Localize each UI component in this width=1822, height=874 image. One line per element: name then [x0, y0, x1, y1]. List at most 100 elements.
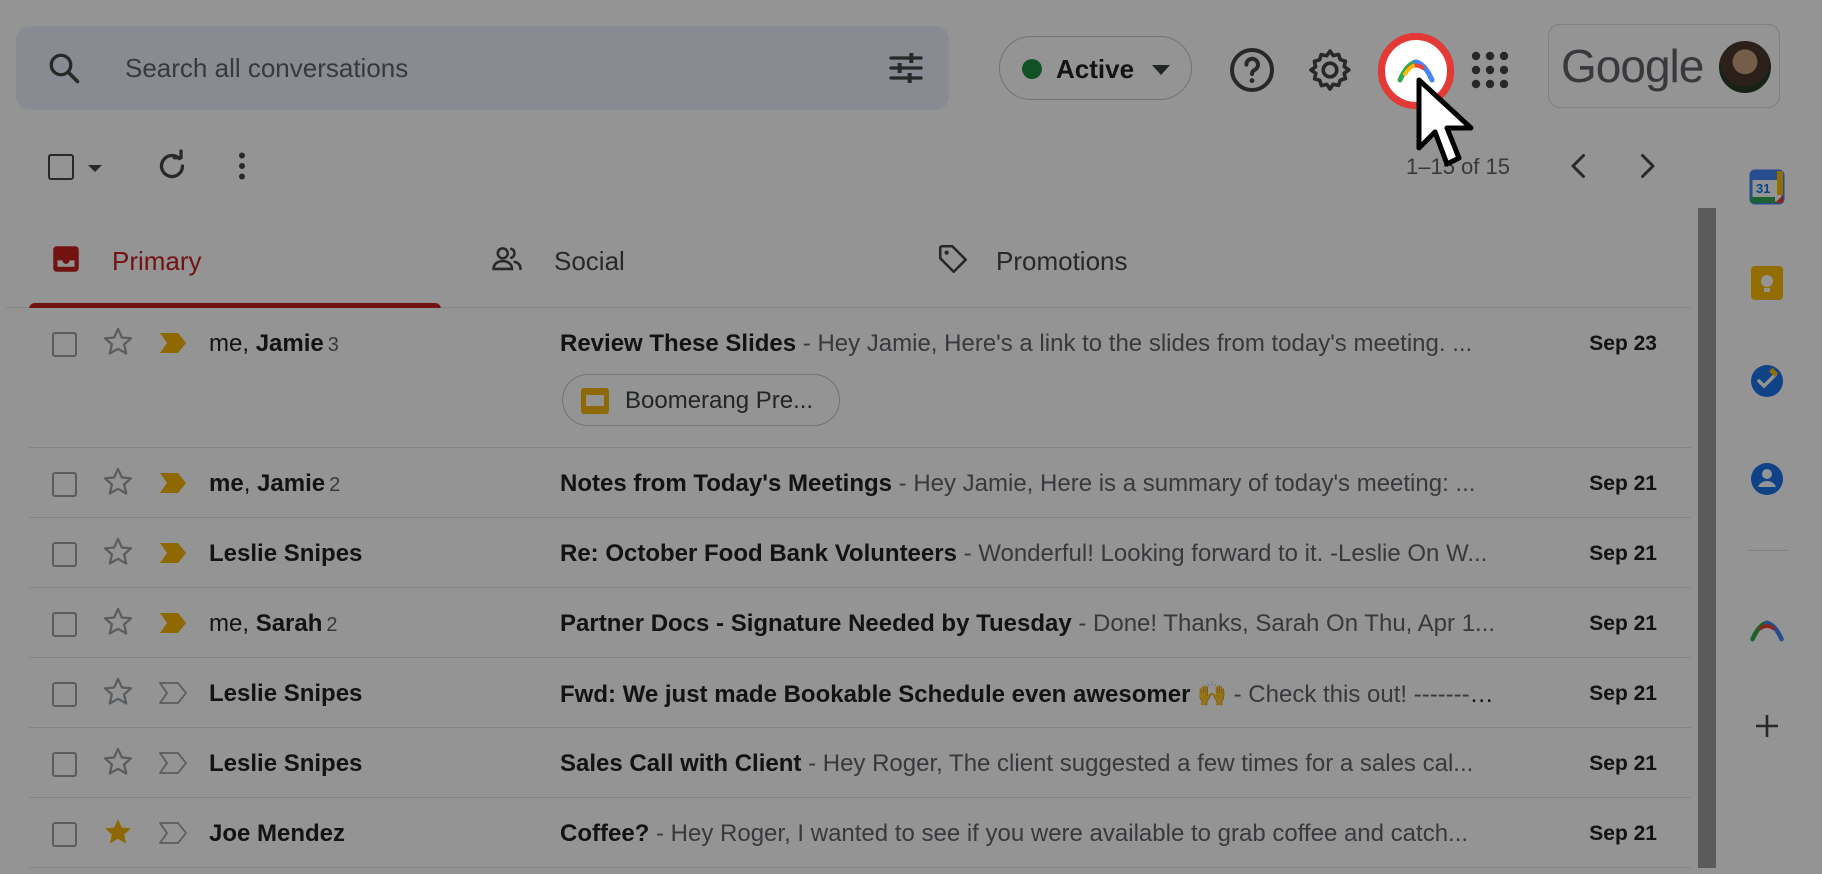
chevron-right-icon[interactable]: [1629, 148, 1665, 184]
tab-primary[interactable]: Primary: [29, 208, 441, 309]
sender-name: Leslie Snipes: [209, 540, 363, 567]
email-subject: Notes from Today's Meetings: [560, 470, 892, 497]
calendar-day: 31: [1756, 181, 1771, 196]
tab-label: Primary: [112, 246, 202, 276]
email-date: Sep 21: [1589, 822, 1657, 845]
email-date: Sep 21: [1589, 682, 1657, 705]
row-checkbox[interactable]: [52, 752, 77, 777]
email-subject: Partner Docs - Signature Needed by Tuesd…: [560, 610, 1072, 637]
calendar-icon[interactable]: 31: [1748, 168, 1786, 206]
row-checkbox[interactable]: [52, 822, 77, 847]
gmail-window: Search all conversations Active Google 1…: [6, 12, 1816, 868]
tab-social[interactable]: Social: [476, 208, 896, 308]
importance-marker-icon[interactable]: [157, 330, 189, 356]
thread-count: 2: [329, 474, 341, 496]
top-margin: [0, 0, 1822, 12]
chevron-down-icon: [1152, 65, 1170, 75]
email-preview: Notes from Today's Meetings - Hey Jamie,…: [560, 470, 1500, 498]
people-icon: [492, 247, 522, 271]
email-subject: Review These Slides: [560, 330, 797, 357]
slides-icon: [581, 388, 609, 414]
search-bar[interactable]: Search all conversations: [16, 26, 949, 110]
sender-name: me, Jamie 2: [209, 470, 341, 497]
importance-marker-icon[interactable]: [157, 750, 189, 776]
star-icon[interactable]: [101, 605, 135, 639]
tag-icon: [938, 244, 968, 274]
contacts-icon[interactable]: [1748, 460, 1786, 498]
email-preview: Re: October Food Bank Volunteers - Wonde…: [560, 540, 1500, 568]
importance-marker-icon[interactable]: [157, 610, 189, 636]
mouse-cursor-icon: [1416, 77, 1474, 167]
email-date: Sep 21: [1589, 752, 1657, 775]
email-preview: Sales Call with Client - Hey Roger, The …: [560, 750, 1500, 778]
email-row[interactable]: me, Jamie 2 Notes from Today's Meetings - …: [29, 448, 1691, 518]
email-subject: Sales Call with Client: [560, 750, 802, 777]
avatar[interactable]: [1717, 39, 1773, 95]
email-row[interactable]: me, Jamie 3 Review These Slides - Hey Jami…: [29, 308, 1691, 448]
email-subject: Fwd: We just made Bookable Schedule even…: [560, 681, 1227, 708]
status-label: Active: [1056, 54, 1135, 84]
email-date: Sep 23: [1589, 332, 1657, 355]
attachment-chip[interactable]: Boomerang Pre...: [562, 374, 840, 426]
chevron-down-icon[interactable]: [88, 165, 102, 172]
sender-name: Leslie Snipes: [209, 680, 363, 707]
row-checkbox[interactable]: [52, 472, 77, 497]
importance-marker-icon[interactable]: [157, 820, 189, 846]
row-checkbox[interactable]: [52, 682, 77, 707]
thread-count: 3: [327, 334, 339, 356]
email-snippet: - Check this out! ----------...: [1226, 681, 1500, 708]
gear-icon[interactable]: [1306, 46, 1354, 94]
boomerang-icon[interactable]: [1748, 612, 1786, 650]
google-logo: Google: [1561, 40, 1704, 92]
star-icon[interactable]: [101, 815, 135, 849]
email-subject: Re: October Food Bank Volunteers: [560, 540, 957, 567]
refresh-icon[interactable]: [154, 148, 190, 184]
row-checkbox[interactable]: [52, 542, 77, 567]
more-vert-icon[interactable]: [224, 148, 260, 184]
row-checkbox[interactable]: [52, 332, 77, 357]
tasks-icon[interactable]: [1748, 362, 1786, 400]
sender-name: Leslie Snipes: [209, 750, 363, 777]
email-snippet: - Wonderful! Looking forward to it. -Les…: [956, 540, 1488, 567]
email-subject: Coffee?: [560, 820, 650, 847]
importance-marker-icon[interactable]: [157, 470, 189, 496]
tab-label: Social: [554, 246, 625, 276]
tab-promotions[interactable]: Promotions: [918, 208, 1358, 308]
email-snippet: - Hey Jamie, Here is a summary of today'…: [891, 470, 1476, 497]
tune-icon[interactable]: [886, 48, 926, 88]
email-list: me, Jamie 3 Review These Slides - Hey Jami…: [29, 308, 1691, 868]
help-icon[interactable]: [1228, 46, 1276, 94]
email-row[interactable]: Leslie Snipes Sales Call with Client - He…: [29, 728, 1691, 798]
chevron-left-icon[interactable]: [1561, 148, 1597, 184]
star-icon[interactable]: [101, 745, 135, 779]
email-row[interactable]: Joe Mendez Coffee? - Hey Roger, I wanted …: [29, 798, 1691, 868]
email-row[interactable]: me, Sarah 2 Partner Docs - Signature Neede…: [29, 588, 1691, 658]
star-icon[interactable]: [101, 325, 135, 359]
row-checkbox[interactable]: [52, 612, 77, 637]
email-date: Sep 21: [1589, 472, 1657, 495]
side-panel-divider: [1748, 550, 1788, 551]
star-icon[interactable]: [101, 465, 135, 499]
tab-label: Promotions: [996, 246, 1128, 276]
search-icon[interactable]: [46, 50, 82, 86]
email-row[interactable]: Leslie Snipes Re: October Food Bank Volun…: [29, 518, 1691, 588]
scrollbar[interactable]: [1698, 208, 1716, 868]
email-preview: Fwd: We just made Bookable Schedule even…: [560, 680, 1500, 709]
star-icon[interactable]: [101, 535, 135, 569]
email-row[interactable]: Leslie Snipes Fwd: We just made Bookable …: [29, 658, 1691, 728]
importance-marker-icon[interactable]: [157, 540, 189, 566]
importance-marker-icon[interactable]: [157, 680, 189, 706]
status-dropdown[interactable]: Active: [999, 36, 1192, 100]
account-switcher[interactable]: Google: [1548, 24, 1780, 108]
search-input[interactable]: Search all conversations: [125, 53, 408, 84]
add-icon[interactable]: [1748, 707, 1786, 745]
sender-name: Joe Mendez: [209, 820, 346, 847]
select-all-checkbox[interactable]: [48, 154, 74, 180]
status-dot: [1022, 59, 1042, 79]
email-snippet: - Hey Roger, I wanted to see if you were…: [649, 820, 1469, 847]
email-date: Sep 21: [1589, 542, 1657, 565]
keep-icon[interactable]: [1748, 264, 1786, 302]
email-preview: Partner Docs - Signature Needed by Tuesd…: [560, 610, 1500, 638]
star-icon[interactable]: [101, 675, 135, 709]
email-snippet: - Hey Roger, The client suggested a few …: [801, 750, 1474, 777]
